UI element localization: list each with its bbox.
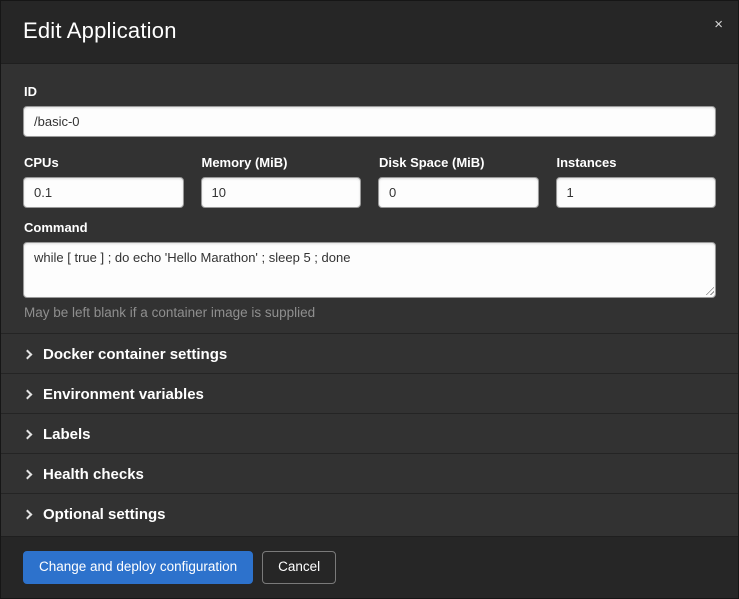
instances-label: Instances xyxy=(557,155,717,170)
memory-field: Memory (MiB) xyxy=(201,143,362,208)
change-and-deploy-button[interactable]: Change and deploy configuration xyxy=(23,551,253,584)
chevron-right-icon xyxy=(23,509,33,519)
section-label: Docker container settings xyxy=(43,346,227,363)
cpus-field: CPUs xyxy=(23,143,184,208)
close-icon[interactable]: × xyxy=(714,17,723,32)
memory-input[interactable] xyxy=(201,177,362,208)
id-label: ID xyxy=(24,84,716,99)
section-label: Optional settings xyxy=(43,506,166,523)
chevron-right-icon xyxy=(23,429,33,439)
cancel-button[interactable]: Cancel xyxy=(262,551,336,584)
cpus-label: CPUs xyxy=(24,155,184,170)
command-label: Command xyxy=(24,220,716,235)
section-health-checks[interactable]: Health checks xyxy=(1,453,738,493)
modal-body: ID CPUs Memory (MiB) Disk Space (MiB) In… xyxy=(1,64,738,536)
command-help-text: May be left blank if a container image i… xyxy=(24,305,716,320)
chevron-right-icon xyxy=(23,389,33,399)
memory-label: Memory (MiB) xyxy=(202,155,362,170)
resources-row: CPUs Memory (MiB) Disk Space (MiB) Insta… xyxy=(23,143,716,208)
collapsible-sections: Docker container settings Environment va… xyxy=(1,333,738,533)
section-environment-variables[interactable]: Environment variables xyxy=(1,373,738,413)
disk-label: Disk Space (MiB) xyxy=(379,155,539,170)
chevron-right-icon xyxy=(23,469,33,479)
id-input[interactable] xyxy=(23,106,716,137)
disk-field: Disk Space (MiB) xyxy=(378,143,539,208)
section-labels[interactable]: Labels xyxy=(1,413,738,453)
instances-input[interactable] xyxy=(556,177,717,208)
modal-title: Edit Application xyxy=(23,18,716,44)
modal-footer: Change and deploy configuration Cancel xyxy=(1,536,738,598)
edit-application-modal: Edit Application × ID CPUs Memory (MiB) … xyxy=(0,0,739,599)
instances-field: Instances xyxy=(556,143,717,208)
command-field: while [ true ] ; do echo 'Hello Marathon… xyxy=(23,242,716,298)
disk-input[interactable] xyxy=(378,177,539,208)
section-optional-settings[interactable]: Optional settings xyxy=(1,493,738,533)
section-docker-container-settings[interactable]: Docker container settings xyxy=(1,333,738,373)
chevron-right-icon xyxy=(23,349,33,359)
form-area: ID CPUs Memory (MiB) Disk Space (MiB) In… xyxy=(1,84,738,320)
modal-header: Edit Application × xyxy=(1,1,738,64)
command-input[interactable]: while [ true ] ; do echo 'Hello Marathon… xyxy=(23,242,716,298)
section-label: Environment variables xyxy=(43,386,204,403)
section-label: Health checks xyxy=(43,466,144,483)
section-label: Labels xyxy=(43,426,91,443)
cpus-input[interactable] xyxy=(23,177,184,208)
